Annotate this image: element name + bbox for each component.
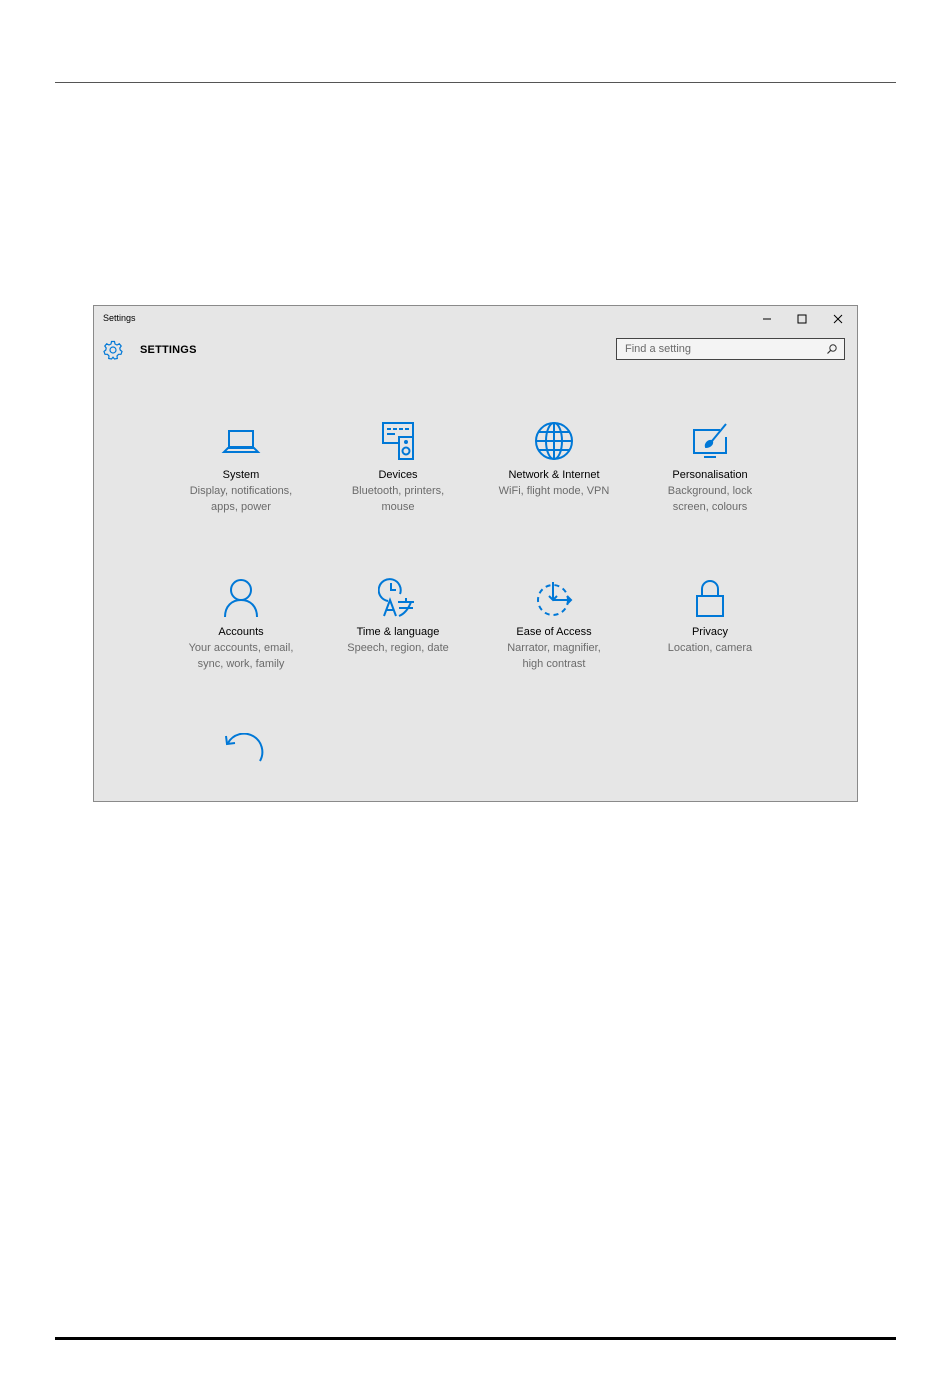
tile-desc: Your accounts, email, [188,642,294,654]
tile-title: Time & language [356,626,440,638]
time-language-icon [378,578,418,618]
update-security-icon[interactable] [220,733,264,763]
globe-icon [534,421,574,461]
top-rule [55,82,896,83]
search-box[interactable] [616,338,845,360]
close-button[interactable] [821,308,855,330]
settings-window: Settings SETTINGS System Display, notifi… [93,305,858,802]
page-title: SETTINGS [140,344,197,356]
tile-title: Network & Internet [508,469,600,481]
maximize-icon [797,314,807,324]
close-icon [833,314,843,324]
tile-desc: Narrator, magnifier, [507,642,601,654]
tile-network[interactable]: Network & Internet WiFi, flight mode, VP… [479,421,629,499]
tile-ease-of-access[interactable]: Ease of Access Narrator, magnifier, high… [479,578,629,672]
tile-desc: mouse [381,501,415,513]
tile-desc: high contrast [522,658,586,670]
tile-desc: apps, power [211,501,271,513]
maximize-button[interactable] [785,308,819,330]
laptop-icon [221,421,261,461]
tile-title: Privacy [691,626,729,638]
title-bar[interactable]: Settings [94,306,857,332]
minimize-button[interactable] [750,308,784,330]
tile-title: Accounts [218,626,264,638]
tile-devices[interactable]: Devices Bluetooth, printers, mouse [323,421,473,515]
lock-icon [690,578,730,618]
tile-desc: Display, notifications, [189,485,293,497]
tile-time-language[interactable]: Time & language Speech, region, date [323,578,473,656]
gear-icon [103,340,123,360]
tile-personalisation[interactable]: Personalisation Background, lock screen,… [635,421,785,515]
tile-desc: Location, camera [667,642,753,654]
bottom-rule [55,1337,896,1340]
search-icon[interactable] [826,343,838,355]
window-title: Settings [103,313,136,323]
ease-of-access-icon [534,578,574,618]
search-input[interactable] [617,339,825,359]
tile-privacy[interactable]: Privacy Location, camera [635,578,785,656]
tile-title: Personalisation [672,469,748,481]
tile-accounts[interactable]: Accounts Your accounts, email, sync, wor… [166,578,316,672]
tile-desc: Speech, region, date [347,642,449,654]
paint-icon [690,421,730,461]
tile-desc: sync, work, family [197,658,285,670]
tile-title: System [222,469,260,481]
tile-title: Devices [378,469,418,481]
devices-icon [378,421,418,461]
minimize-icon [763,318,771,320]
tile-desc: Background, lock [667,485,753,497]
tile-title: Ease of Access [516,626,592,638]
person-icon [221,578,261,618]
tile-system[interactable]: System Display, notifications, apps, pow… [166,421,316,515]
tile-desc: screen, colours [672,501,748,513]
tile-desc: Bluetooth, printers, [351,485,445,497]
tile-desc: WiFi, flight mode, VPN [498,485,610,497]
